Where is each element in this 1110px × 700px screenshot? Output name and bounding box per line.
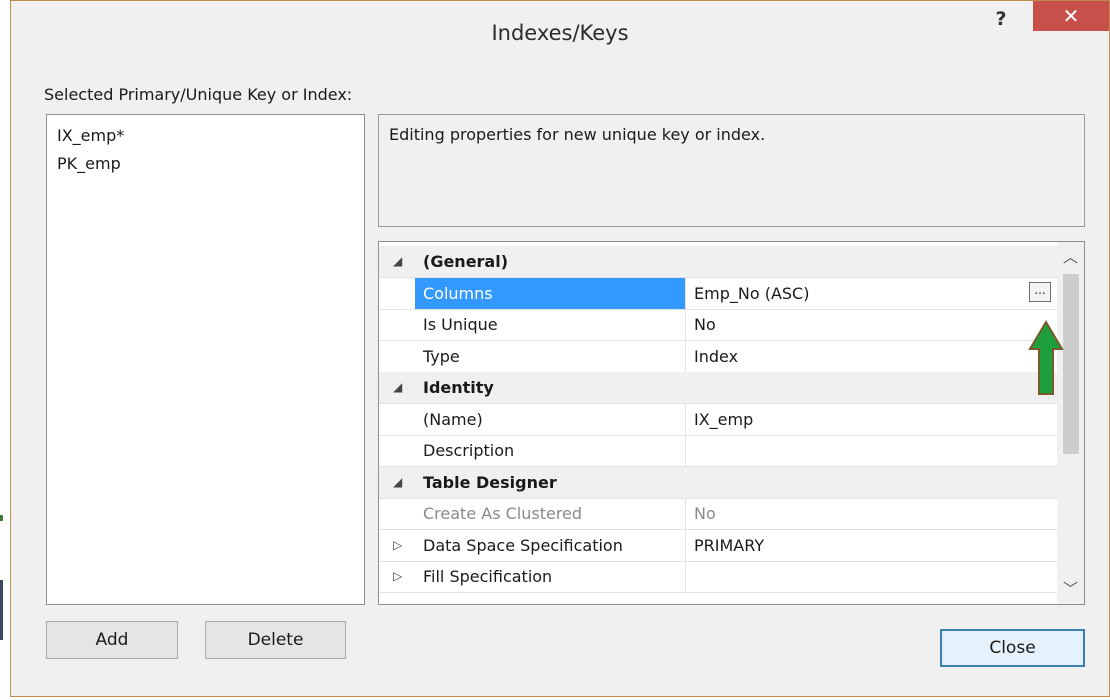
property-value[interactable]: No — [685, 498, 1057, 529]
property-row[interactable]: (Name) IX_emp — [379, 404, 1057, 436]
property-name: Type — [423, 347, 460, 366]
property-name: Data Space Specification — [423, 536, 623, 555]
property-category-row[interactable]: ◢ Table Designer — [379, 467, 1057, 499]
title-bar: Indexes/Keys ? ✕ — [11, 1, 1109, 63]
dialog-title: Indexes/Keys — [491, 21, 629, 45]
property-value[interactable] — [685, 561, 1057, 592]
selected-key-label: Selected Primary/Unique Key or Index: — [44, 85, 353, 104]
property-value[interactable]: No — [685, 309, 1057, 340]
property-row[interactable]: Type Index — [379, 341, 1057, 373]
property-name: (Name) — [423, 410, 483, 429]
property-row[interactable]: Create As Clustered No — [379, 498, 1057, 530]
collapse-icon[interactable]: ◢ — [393, 372, 409, 403]
property-value[interactable]: PRIMARY — [685, 530, 1057, 561]
close-window-button[interactable]: ✕ — [1033, 1, 1109, 31]
indexes-keys-dialog: Indexes/Keys ? ✕ Selected Primary/Unique… — [10, 0, 1110, 697]
description-text: Editing properties for new unique key or… — [389, 125, 766, 144]
background-edge — [0, 0, 10, 700]
close-button[interactable]: Close — [940, 629, 1085, 667]
list-item-ix-emp[interactable]: IX_emp* — [57, 123, 124, 149]
property-name: Description — [423, 441, 515, 460]
expand-icon[interactable]: ▷ — [393, 561, 409, 592]
collapse-icon[interactable]: ◢ — [393, 467, 409, 498]
category-name: Table Designer — [423, 473, 557, 492]
property-name: Is Unique — [423, 315, 498, 334]
property-grid[interactable]: ◢ (General) Columns Emp_No (ASC)... Is Uniqu… — [378, 241, 1085, 605]
property-row[interactable]: ▷ Data Space Specification PRIMARY — [379, 530, 1057, 562]
category-name: Identity — [423, 378, 494, 397]
scroll-thumb[interactable] — [1063, 274, 1079, 454]
description-panel: Editing properties for new unique key or… — [378, 114, 1085, 227]
add-button[interactable]: Add — [46, 621, 178, 659]
property-row[interactable]: ▷ Fill Specification — [379, 561, 1057, 593]
vertical-scrollbar[interactable]: ︿ ﹀ — [1057, 242, 1084, 604]
property-name: Create As Clustered — [423, 504, 583, 523]
help-button[interactable]: ? — [986, 7, 1016, 31]
background-marks — [0, 500, 4, 660]
ellipsis-button[interactable]: ... — [1029, 282, 1051, 302]
property-value[interactable] — [685, 435, 1057, 466]
collapse-icon[interactable]: ◢ — [393, 246, 409, 277]
property-name: Fill Specification — [423, 567, 553, 586]
property-category-row[interactable]: ◢ Identity — [379, 372, 1057, 404]
property-value[interactable]: IX_emp — [685, 404, 1057, 435]
scroll-up-icon[interactable]: ︿ — [1057, 246, 1084, 268]
property-row[interactable]: Is Unique No — [379, 309, 1057, 341]
background-mark — [0, 515, 3, 521]
expand-icon[interactable]: ▷ — [393, 530, 409, 561]
property-category-row[interactable]: ◢ (General) — [379, 246, 1057, 278]
key-index-list[interactable]: IX_emp* PK_emp — [46, 114, 365, 605]
property-row[interactable]: Columns Emp_No (ASC)... — [379, 278, 1057, 310]
property-value[interactable]: Index — [685, 341, 1057, 372]
property-value[interactable]: Emp_No (ASC) — [685, 278, 1057, 309]
background-mark — [0, 580, 3, 640]
up-arrow-annotation-icon — [1028, 320, 1064, 395]
category-name: (General) — [423, 252, 509, 271]
delete-button[interactable]: Delete — [205, 621, 346, 659]
list-item-pk-emp[interactable]: PK_emp — [57, 151, 121, 177]
scroll-down-icon[interactable]: ﹀ — [1057, 578, 1084, 600]
property-row[interactable]: Description — [379, 435, 1057, 467]
property-name: Columns — [415, 278, 685, 309]
